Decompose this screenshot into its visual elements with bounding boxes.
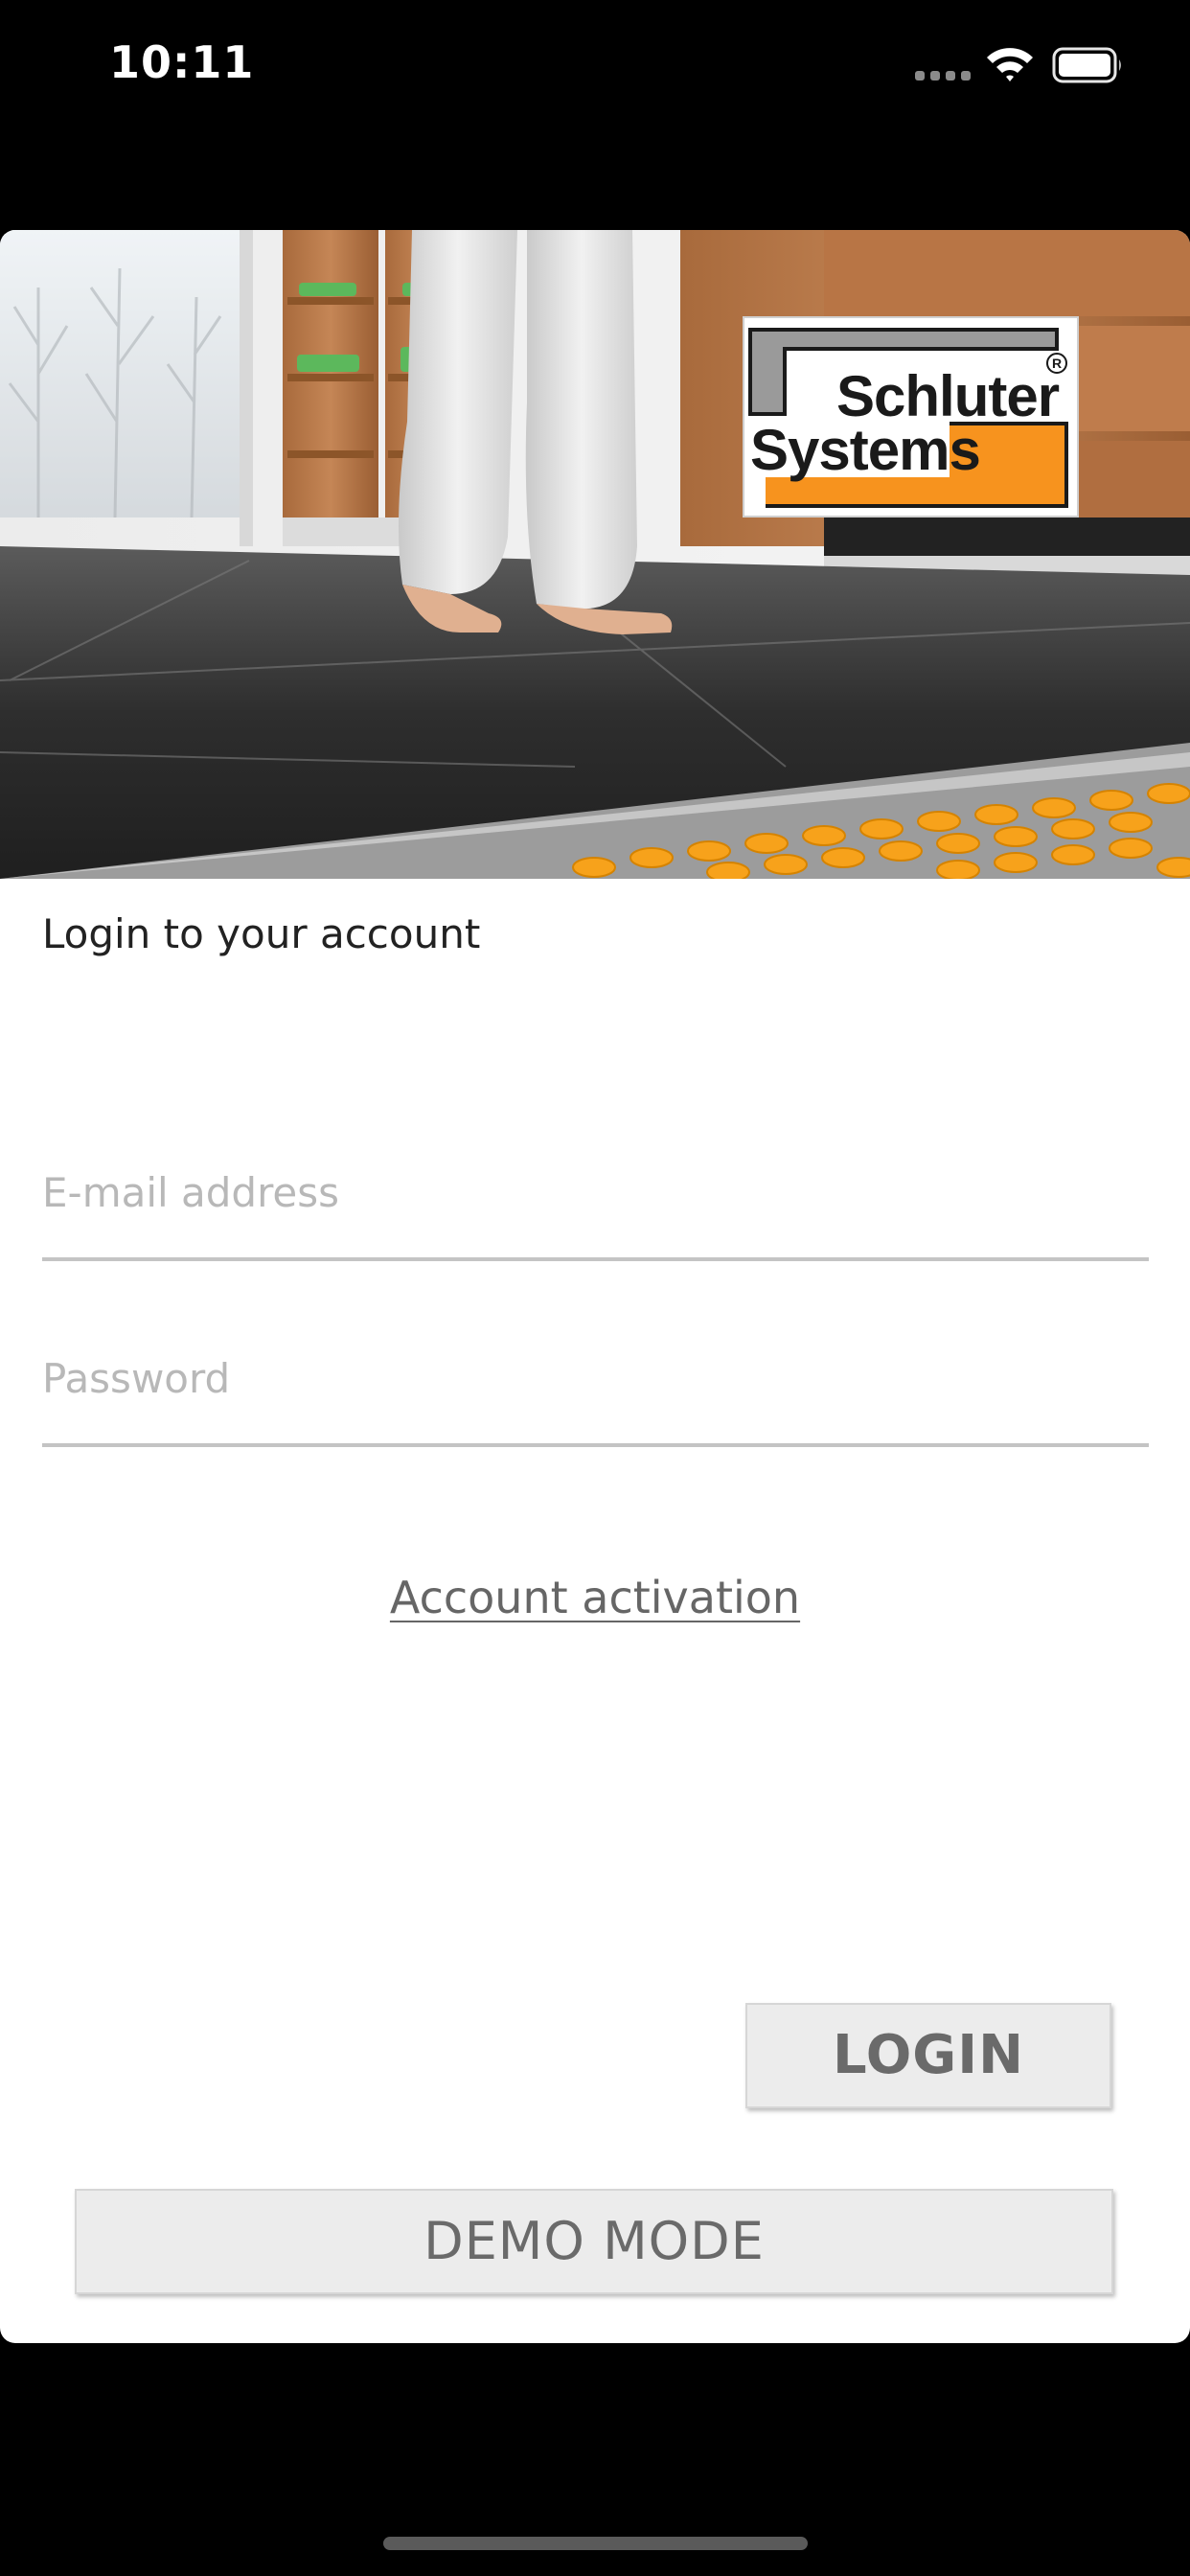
account-activation-link[interactable]: Account activation: [0, 1572, 1190, 1623]
cellular-signal-icon: [915, 71, 971, 80]
hero-image: Schluter Systems R: [0, 230, 1190, 879]
battery-icon: [1052, 47, 1121, 83]
email-input[interactable]: [42, 1156, 1149, 1257]
logo-word-systems: Systems: [750, 418, 981, 482]
login-card: Schluter Systems R Login to your account…: [0, 230, 1190, 2343]
status-bar: 10:11: [0, 0, 1190, 134]
brand-logo: Schluter Systems R: [743, 316, 1079, 518]
login-button[interactable]: LOGIN: [745, 2003, 1111, 2108]
password-input[interactable]: [42, 1342, 1149, 1443]
registered-mark: R: [1046, 353, 1067, 374]
password-field-container: [42, 1342, 1149, 1447]
logo-word-schluter: Schluter: [836, 364, 1060, 428]
demo-mode-button[interactable]: DEMO MODE: [75, 2189, 1113, 2294]
wifi-icon: [987, 48, 1033, 81]
email-field-container: [42, 1156, 1149, 1261]
status-time: 10:11: [109, 36, 255, 88]
form-title: Login to your account: [42, 910, 481, 957]
home-indicator[interactable]: [383, 2537, 808, 2550]
